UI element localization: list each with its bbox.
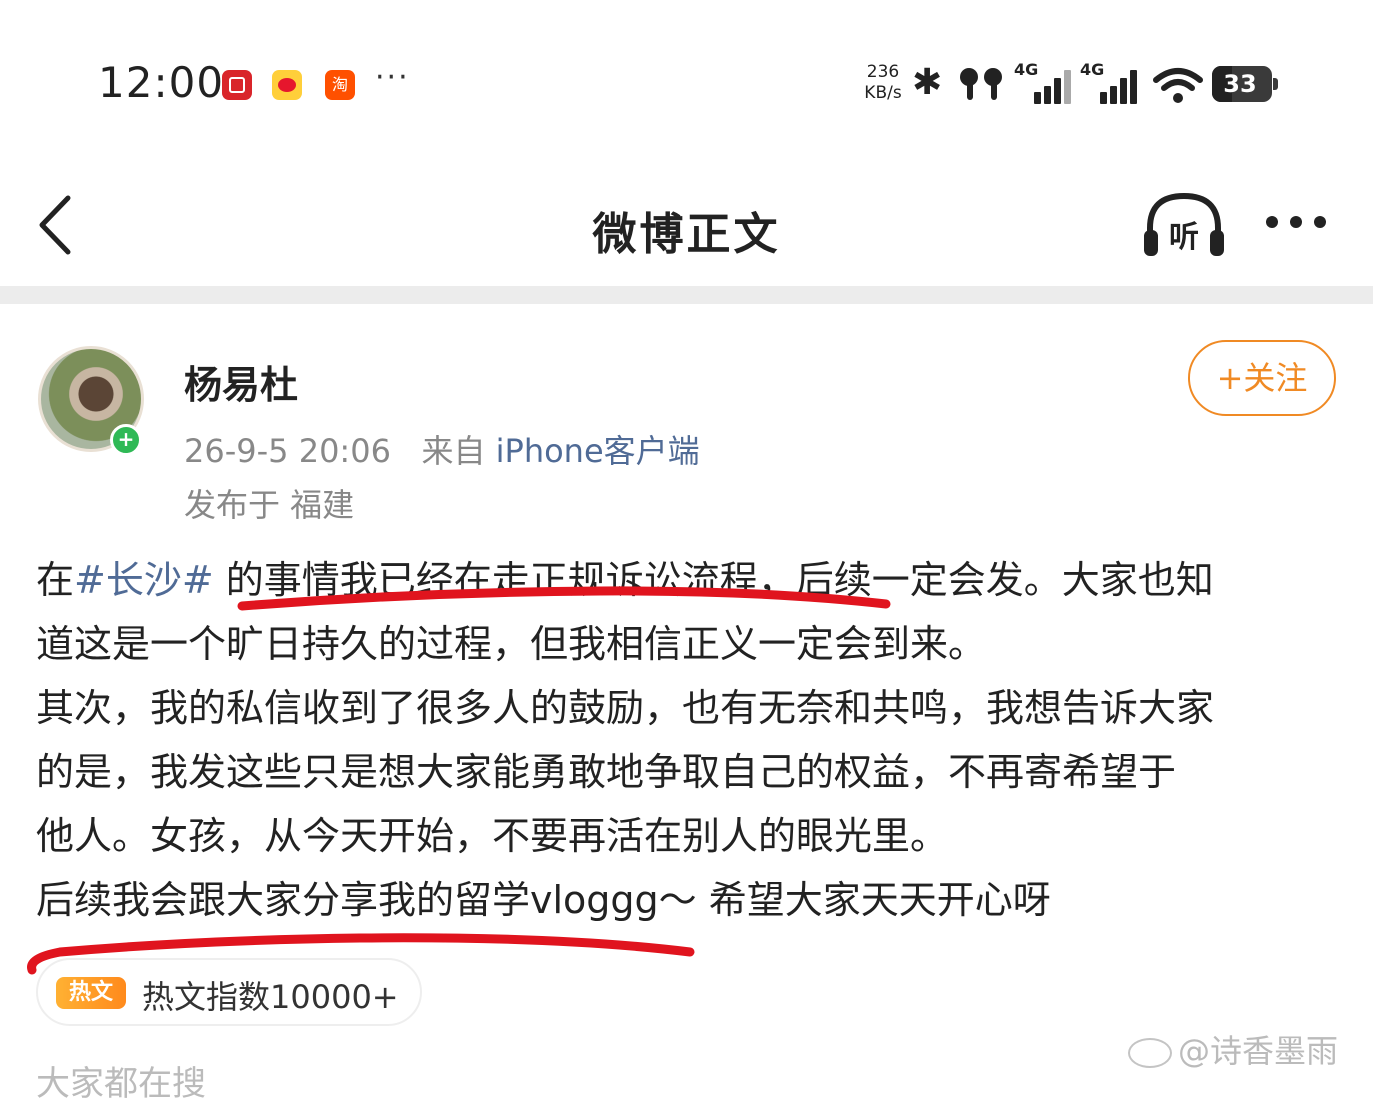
post-line: 道这是一个旷日持久的过程，但我相信正义一定会到来。 — [36, 622, 987, 666]
earbuds-icon — [960, 68, 1002, 100]
post-line: 后续我会跟大家分享我的留学vloggg～ 希望大家天天开心呀 — [36, 878, 1051, 922]
post-line: 其次，我的私信收到了很多人的鼓励，也有无奈和共鸣，我想告诉大家 — [36, 686, 1215, 730]
post-timestamp: 26-9-5 20:06 — [184, 432, 391, 470]
network-speed: 236 KB/s — [862, 62, 904, 104]
author-name[interactable]: 杨易杜 — [184, 354, 298, 409]
taobao-icon: 淘 — [325, 70, 355, 100]
weibo-icon — [272, 70, 302, 100]
post-line: 的是，我发这些只是想大家能勇敢地争取自己的权益，不再寄希望于 — [36, 750, 1177, 794]
post-meta: 26-9-5 20:06 来自 iPhone客户端 — [184, 426, 700, 472]
weibo-watermark-icon — [1128, 1038, 1172, 1068]
watermark: @诗香墨雨 — [1128, 1026, 1338, 1072]
post-line: 在#长沙# 的事情我已经在走正规诉讼流程，后续一定会发。大家也知 — [36, 558, 1214, 602]
battery-icon: 33 — [1212, 66, 1278, 102]
signal-sim2-icon: 4G — [1080, 60, 1142, 104]
post-body: 在#长沙# 的事情我已经在走正规诉讼流程，后续一定会发。大家也知 道这是一个旷日… — [36, 548, 1346, 932]
status-bar: 12:00 淘 ··· 236 KB/s ✱ 4G 4G 33 — [0, 0, 1373, 150]
network-speed-value: 236 — [866, 62, 900, 82]
section-divider — [0, 286, 1373, 304]
wifi-icon — [1153, 68, 1203, 103]
post-location: 发布于 福建 — [184, 486, 355, 524]
hot-index-label: 热文指数10000+ — [142, 978, 399, 1016]
avatar-add-icon: + — [110, 424, 142, 456]
trending-searches-heading: 大家都在搜 — [36, 1064, 206, 1104]
source-prefix: 来自 — [421, 432, 486, 470]
bank-app-icon — [222, 70, 252, 100]
hot-article-icon: 热文 — [56, 977, 126, 1009]
bluetooth-icon: ✱ — [912, 62, 943, 103]
listen-button[interactable]: 听 — [1142, 190, 1226, 260]
network-speed-unit: KB/s — [864, 83, 902, 103]
follow-button[interactable]: +关注 — [1188, 340, 1336, 416]
listen-label: 听 — [1169, 220, 1199, 255]
post-line: 他人。女孩，从今天开始，不要再活在别人的眼光里。 — [36, 814, 949, 858]
status-time: 12:00 — [98, 58, 225, 107]
more-options-icon[interactable] — [1262, 208, 1330, 238]
hashtag-link[interactable]: #长沙# — [74, 558, 214, 602]
navigation-header: 微博正文 听 — [0, 160, 1373, 288]
battery-level: 33 — [1223, 70, 1257, 98]
notification-more-icon: ··· — [375, 60, 410, 95]
hot-index-badge[interactable]: 热文 热文指数10000+ — [36, 958, 422, 1026]
signal-sim1-icon: 4G — [1014, 60, 1076, 104]
post-source: iPhone客户端 — [495, 432, 700, 470]
